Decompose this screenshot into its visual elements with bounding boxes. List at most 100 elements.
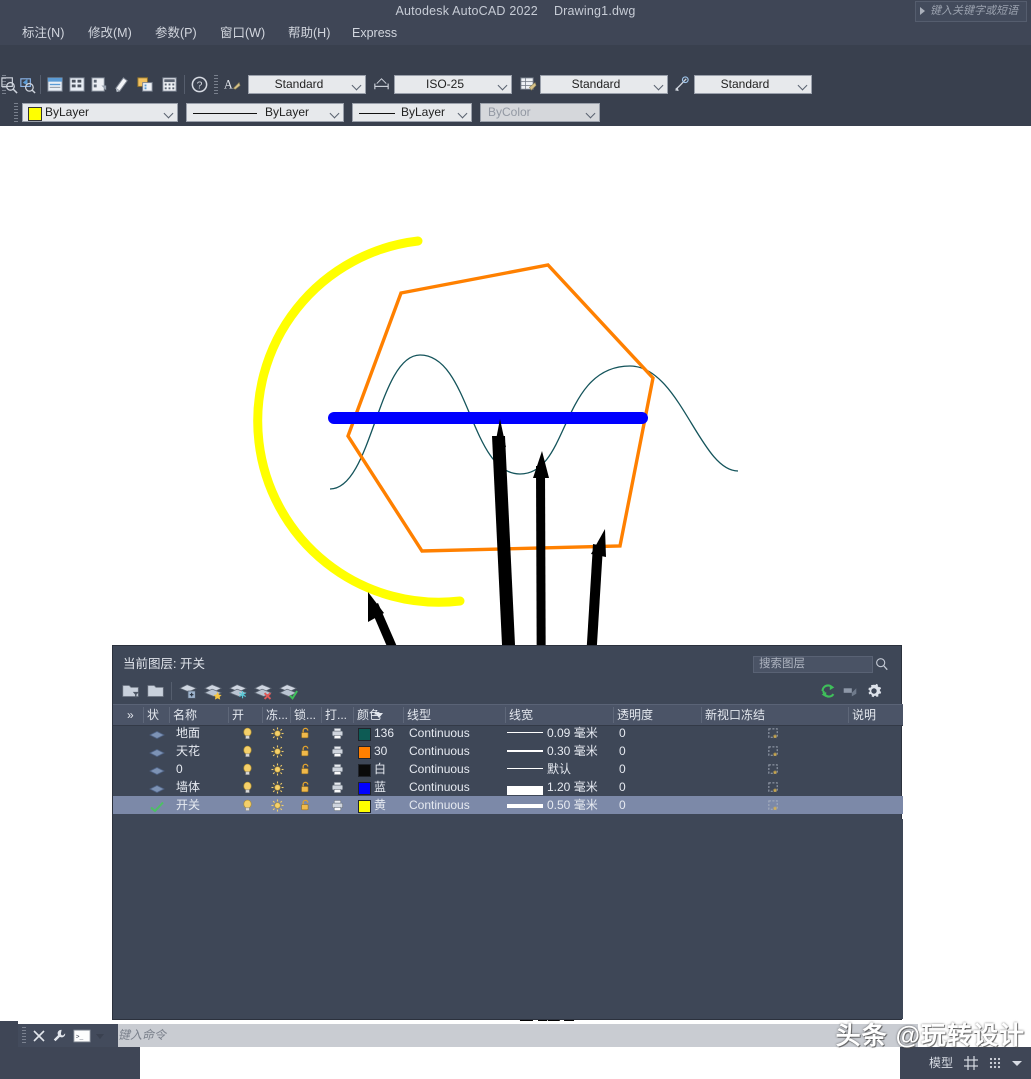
new-layer-vp-frozen-icon[interactable] (203, 681, 223, 701)
column-header-on[interactable]: 开 (232, 705, 244, 725)
layer-color-label[interactable]: 30 (374, 742, 387, 760)
layer-color-label[interactable]: 黄 (374, 796, 386, 814)
column-header-lineweight[interactable]: 线宽 (509, 705, 533, 725)
layer-plot-toggle[interactable] (331, 778, 344, 796)
layer-linetype-cell[interactable]: Continuous (409, 724, 470, 742)
layer-name-cell[interactable]: 0 (176, 760, 183, 778)
column-divider[interactable] (403, 707, 404, 723)
layer-search-input[interactable]: 搜索图层 (753, 656, 873, 673)
layer-color-label[interactable]: 136 (374, 724, 394, 742)
column-header-name[interactable]: 名称 (173, 705, 197, 725)
layer-freeze-toggle[interactable] (271, 796, 284, 814)
layer-vpfreeze-toggle[interactable] (767, 796, 780, 814)
layer-transparency-cell[interactable]: 0 (619, 742, 626, 760)
layer-on-toggle[interactable] (241, 742, 254, 760)
layer-name-cell[interactable]: 墙体 (176, 778, 200, 796)
dimension-style-icon[interactable] (372, 75, 391, 94)
toolbar-grip[interactable] (14, 103, 18, 122)
multileader-style-combo[interactable]: Standard (694, 75, 812, 94)
column-divider[interactable] (613, 707, 614, 723)
column-header-linetype[interactable]: 线型 (407, 705, 431, 725)
layer-color-combo[interactable]: ByLayer (22, 103, 178, 122)
layer-freeze-toggle[interactable] (271, 778, 284, 796)
layer-plot-toggle[interactable] (331, 796, 344, 814)
layer-color-swatch[interactable] (358, 800, 371, 813)
text-style-combo[interactable]: Standard (248, 75, 366, 94)
layer-transparency-cell[interactable]: 0 (619, 778, 626, 796)
layer-vpfreeze-toggle[interactable] (767, 724, 780, 742)
menu-item-0[interactable]: 标注(N) (22, 22, 64, 45)
refresh-icon[interactable] (819, 682, 837, 700)
dim-style-combo[interactable]: ISO-25 (394, 75, 512, 94)
layer-color-label[interactable]: 白 (374, 760, 386, 778)
layer-linetype-cell[interactable]: Continuous (409, 778, 470, 796)
linetype-combo[interactable]: ByLayer (186, 103, 344, 122)
layer-lineweight-cell[interactable]: 0.50 毫米 (547, 796, 598, 814)
column-header-freeze[interactable]: 冻... (266, 705, 288, 725)
tool-palettes-icon[interactable] (90, 75, 109, 94)
delete-layer-icon[interactable] (253, 681, 273, 701)
grid-icon[interactable] (963, 1055, 979, 1071)
layer-lock-toggle[interactable] (299, 742, 312, 760)
layer-lineweight-cell[interactable]: 1.20 毫米 (547, 778, 598, 796)
multileader-style-icon[interactable] (672, 75, 691, 94)
layer-freeze-toggle[interactable] (271, 724, 284, 742)
layer-plot-toggle[interactable] (331, 760, 344, 778)
column-divider[interactable] (262, 707, 263, 723)
text-style-icon[interactable]: A (222, 75, 241, 94)
layer-lineweight-cell[interactable]: 0.30 毫米 (547, 742, 598, 760)
layer-linetype-cell[interactable]: Continuous (409, 796, 470, 814)
layer-color-label[interactable]: 蓝 (374, 778, 386, 796)
table-row[interactable]: 地面 136 Continuous 0.09 毫米 0 (113, 724, 903, 742)
layer-lock-toggle[interactable] (299, 778, 312, 796)
column-divider[interactable] (228, 707, 229, 723)
new-layer-filter-icon[interactable] (121, 681, 141, 701)
column-divider[interactable] (143, 707, 144, 723)
column-header-transparency[interactable]: 透明度 (617, 705, 653, 725)
column-header-lock[interactable]: 锁... (294, 705, 316, 725)
table-row[interactable]: 天花 30 Continuous 0.30 毫米 0 (113, 742, 903, 760)
layer-lock-toggle[interactable] (299, 796, 312, 814)
layer-transparency-cell[interactable]: 0 (619, 760, 626, 778)
table-style-combo[interactable]: Standard (540, 75, 668, 94)
column-divider[interactable] (290, 707, 291, 723)
table-row[interactable]: 0 白 Continuous 默认 0 (113, 760, 903, 778)
layer-on-toggle[interactable] (241, 760, 254, 778)
column-divider[interactable] (848, 707, 849, 723)
customization-icon[interactable] (987, 1055, 1003, 1071)
new-layer-icon[interactable] (178, 681, 198, 701)
new-group-filter-icon[interactable] (146, 681, 166, 701)
table-row[interactable]: 墙体 蓝 Continuous 1.20 毫米 0 (113, 778, 903, 796)
layer-color-swatch[interactable] (358, 764, 371, 777)
layer-plot-toggle[interactable] (331, 742, 344, 760)
lineweight-combo[interactable]: ByLayer (352, 103, 472, 122)
close-icon[interactable] (32, 1029, 46, 1043)
layer-lock-toggle[interactable] (299, 760, 312, 778)
table-style-icon[interactable] (518, 75, 537, 94)
set-current-layer-icon[interactable] (278, 681, 298, 701)
layer-name-cell[interactable]: 天花 (176, 742, 200, 760)
design-center-icon[interactable] (68, 75, 87, 94)
layer-color-swatch[interactable] (358, 782, 371, 795)
layer-lineweight-cell[interactable]: 默认 (547, 760, 571, 778)
quick-search-box[interactable]: 键入关键字或短语 (915, 1, 1027, 22)
help-icon[interactable]: ? (190, 75, 209, 94)
layer-color-swatch[interactable] (358, 746, 371, 759)
layer-on-toggle[interactable] (241, 796, 254, 814)
column-divider[interactable] (169, 707, 170, 723)
layer-freeze-toggle[interactable] (271, 742, 284, 760)
model-space-tab[interactable]: 模型 (929, 1055, 953, 1071)
column-header-description[interactable]: 说明 (852, 705, 876, 725)
calculator-icon[interactable] (160, 75, 179, 94)
layer-state-icon[interactable] (841, 682, 859, 700)
column-header-status[interactable]: 状 (147, 705, 159, 725)
layer-transparency-cell[interactable]: 0 (619, 724, 626, 742)
layer-vpfreeze-toggle[interactable] (767, 760, 780, 778)
freeze-layer-icon[interactable] (228, 681, 248, 701)
settings-icon[interactable] (865, 682, 883, 700)
zoom-previous-icon[interactable] (18, 75, 37, 94)
layer-linetype-cell[interactable]: Continuous (409, 742, 470, 760)
zoom-window-icon[interactable] (0, 75, 19, 94)
chevron-down-icon[interactable] (1011, 1058, 1023, 1068)
layer-linetype-cell[interactable]: Continuous (409, 760, 470, 778)
